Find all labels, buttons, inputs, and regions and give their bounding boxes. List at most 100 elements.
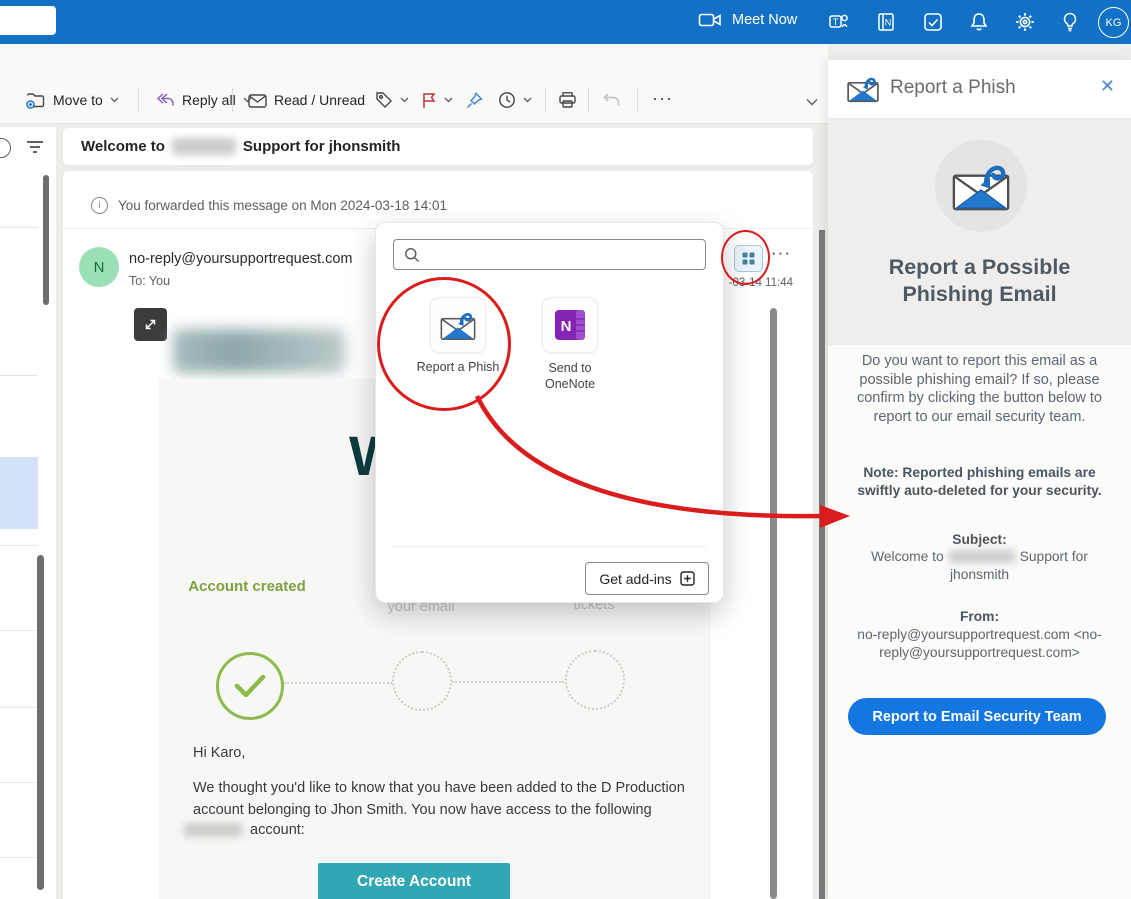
categorize-button[interactable] bbox=[375, 85, 409, 115]
chevron-down-icon bbox=[444, 97, 453, 103]
reply-all-label: Reply all bbox=[182, 92, 236, 108]
onenote-icon[interactable]: N bbox=[875, 11, 897, 33]
selected-list-item[interactable] bbox=[0, 457, 38, 529]
panel-from-value: no-reply@yoursupportrequest.com <no-repl… bbox=[837, 626, 1122, 661]
para-line2: account belonging to Jhon Smith. You now… bbox=[193, 802, 652, 818]
filter-icon[interactable] bbox=[26, 140, 44, 154]
check-icon bbox=[233, 673, 267, 699]
forward-notice-text: You forwarded this message on Mon 2024-0… bbox=[118, 198, 447, 213]
envelope-icon bbox=[248, 93, 267, 108]
teams-icon[interactable]: T bbox=[828, 11, 850, 33]
svg-text:N: N bbox=[885, 18, 892, 28]
panel-header: Report a Phish ✕ bbox=[828, 60, 1131, 119]
list-separator bbox=[0, 545, 38, 546]
chevron-down-icon bbox=[523, 97, 532, 103]
para-line3: account: bbox=[184, 822, 305, 838]
move-to-label: Move to bbox=[53, 92, 103, 108]
flag-button[interactable] bbox=[421, 85, 453, 115]
panel-title: Report a Phish bbox=[890, 77, 1016, 99]
addin-send-to-onenote[interactable]: N Send to OneNote bbox=[516, 297, 624, 392]
list-separator bbox=[0, 782, 38, 783]
message-more-button[interactable]: ··· bbox=[771, 243, 791, 263]
move-to-button[interactable]: Move to bbox=[26, 85, 119, 115]
create-account-button[interactable]: Create Account bbox=[318, 863, 510, 899]
sender-email[interactable]: no-reply@yoursupportrequest.com bbox=[129, 251, 352, 267]
todo-icon[interactable] bbox=[922, 11, 944, 33]
add-plus-icon bbox=[680, 571, 695, 586]
panel-heading-line1: Report a Possible bbox=[828, 254, 1131, 281]
addins-search-input[interactable] bbox=[428, 241, 697, 269]
meet-now-label: Meet Now bbox=[732, 12, 797, 28]
report-phish-panel: Report a Phish ✕ Report a Possible Phish… bbox=[828, 60, 1131, 899]
list-scrollbar-thumb-lower[interactable] bbox=[37, 555, 44, 890]
toolbar-separator bbox=[588, 87, 589, 113]
list-separator bbox=[0, 707, 38, 708]
undo-icon bbox=[602, 92, 621, 108]
svg-text:N: N bbox=[561, 318, 572, 335]
search-box[interactable] bbox=[0, 6, 56, 35]
panel-heading: Report a Possible Phishing Email bbox=[828, 254, 1131, 308]
reply-all-icon bbox=[155, 92, 175, 108]
list-scrollbar-thumb[interactable] bbox=[43, 175, 49, 305]
flag-icon bbox=[421, 92, 437, 109]
clock-icon bbox=[498, 91, 516, 109]
onenote-addin-icon: N bbox=[542, 297, 598, 353]
expand-button[interactable] bbox=[134, 308, 167, 341]
panel-subject-line1: Welcome to Support for bbox=[828, 549, 1131, 564]
avatar-initials: KG bbox=[1106, 17, 1122, 29]
get-addins-button[interactable]: Get add-ins bbox=[585, 562, 709, 595]
panel-heading-line2: Phishing Email bbox=[828, 281, 1131, 308]
step-done-label: Account created bbox=[187, 577, 307, 596]
step-3-circle bbox=[565, 650, 625, 710]
undo-button[interactable] bbox=[602, 85, 621, 115]
list-separator bbox=[0, 375, 38, 376]
reading-pane-scrollbar[interactable] bbox=[770, 308, 777, 899]
pin-button[interactable] bbox=[466, 85, 483, 115]
meet-now-button[interactable]: Meet Now bbox=[698, 11, 797, 29]
avatar[interactable]: KG bbox=[1098, 7, 1129, 38]
recipient-line[interactable]: To: You bbox=[129, 274, 170, 288]
reply-all-button[interactable]: Reply all bbox=[155, 85, 252, 115]
read-unread-button[interactable]: Read / Unread bbox=[248, 85, 365, 115]
redacted-word bbox=[184, 823, 242, 837]
panel-phish-badge bbox=[935, 140, 1027, 232]
more-options-button[interactable]: ··· bbox=[652, 83, 673, 113]
sender-avatar[interactable]: N bbox=[79, 247, 119, 287]
list-separator bbox=[0, 227, 38, 228]
lightbulb-icon[interactable] bbox=[1059, 11, 1081, 33]
addin-label-line1: Send to bbox=[516, 360, 624, 376]
panel-scrollbar[interactable] bbox=[819, 230, 825, 899]
addin-label-line2: OneNote bbox=[516, 376, 624, 392]
print-button[interactable] bbox=[558, 85, 577, 115]
panel-subject-pre: Welcome to bbox=[871, 549, 944, 564]
panel-subject-mid: Support for bbox=[1020, 549, 1088, 564]
bell-icon[interactable] bbox=[968, 11, 990, 33]
info-icon: i bbox=[91, 197, 108, 214]
expand-diagonal-icon bbox=[143, 317, 158, 332]
report-to-security-button[interactable]: Report to Email Security Team bbox=[848, 698, 1106, 735]
blurred-logo bbox=[173, 329, 345, 373]
toolbar-separator bbox=[138, 87, 139, 113]
list-separator bbox=[0, 630, 38, 631]
redacted-subject-word bbox=[172, 138, 236, 155]
get-addins-label: Get add-ins bbox=[599, 571, 671, 587]
subject-suffix: Support for jhonsmith bbox=[243, 138, 400, 155]
snooze-button[interactable] bbox=[498, 85, 532, 115]
list-separator bbox=[0, 857, 38, 858]
panel-close-icon[interactable]: ✕ bbox=[1100, 76, 1115, 97]
panel-note: Note: Reported phishing emails are swift… bbox=[844, 464, 1115, 499]
panel-paragraph: Do you want to report this email as a po… bbox=[837, 352, 1122, 426]
pane-chevron-down-icon[interactable] bbox=[806, 98, 818, 106]
outlook-window: Meet Now T N KG bbox=[0, 0, 1131, 899]
para-line1: We thought you'd like to know that you h… bbox=[193, 780, 685, 796]
printer-icon bbox=[558, 91, 577, 109]
popup-divider bbox=[393, 546, 706, 547]
addins-search[interactable] bbox=[393, 239, 706, 270]
report-button-label: Report to Email Security Team bbox=[872, 709, 1081, 725]
chevron-down-icon bbox=[400, 97, 409, 103]
read-unread-label: Read / Unread bbox=[274, 92, 365, 108]
settings-gear-icon[interactable] bbox=[1014, 11, 1036, 33]
more-dots-icon: ··· bbox=[652, 88, 673, 109]
tag-icon bbox=[375, 91, 393, 109]
annotation-circle-report-phish bbox=[377, 277, 511, 411]
